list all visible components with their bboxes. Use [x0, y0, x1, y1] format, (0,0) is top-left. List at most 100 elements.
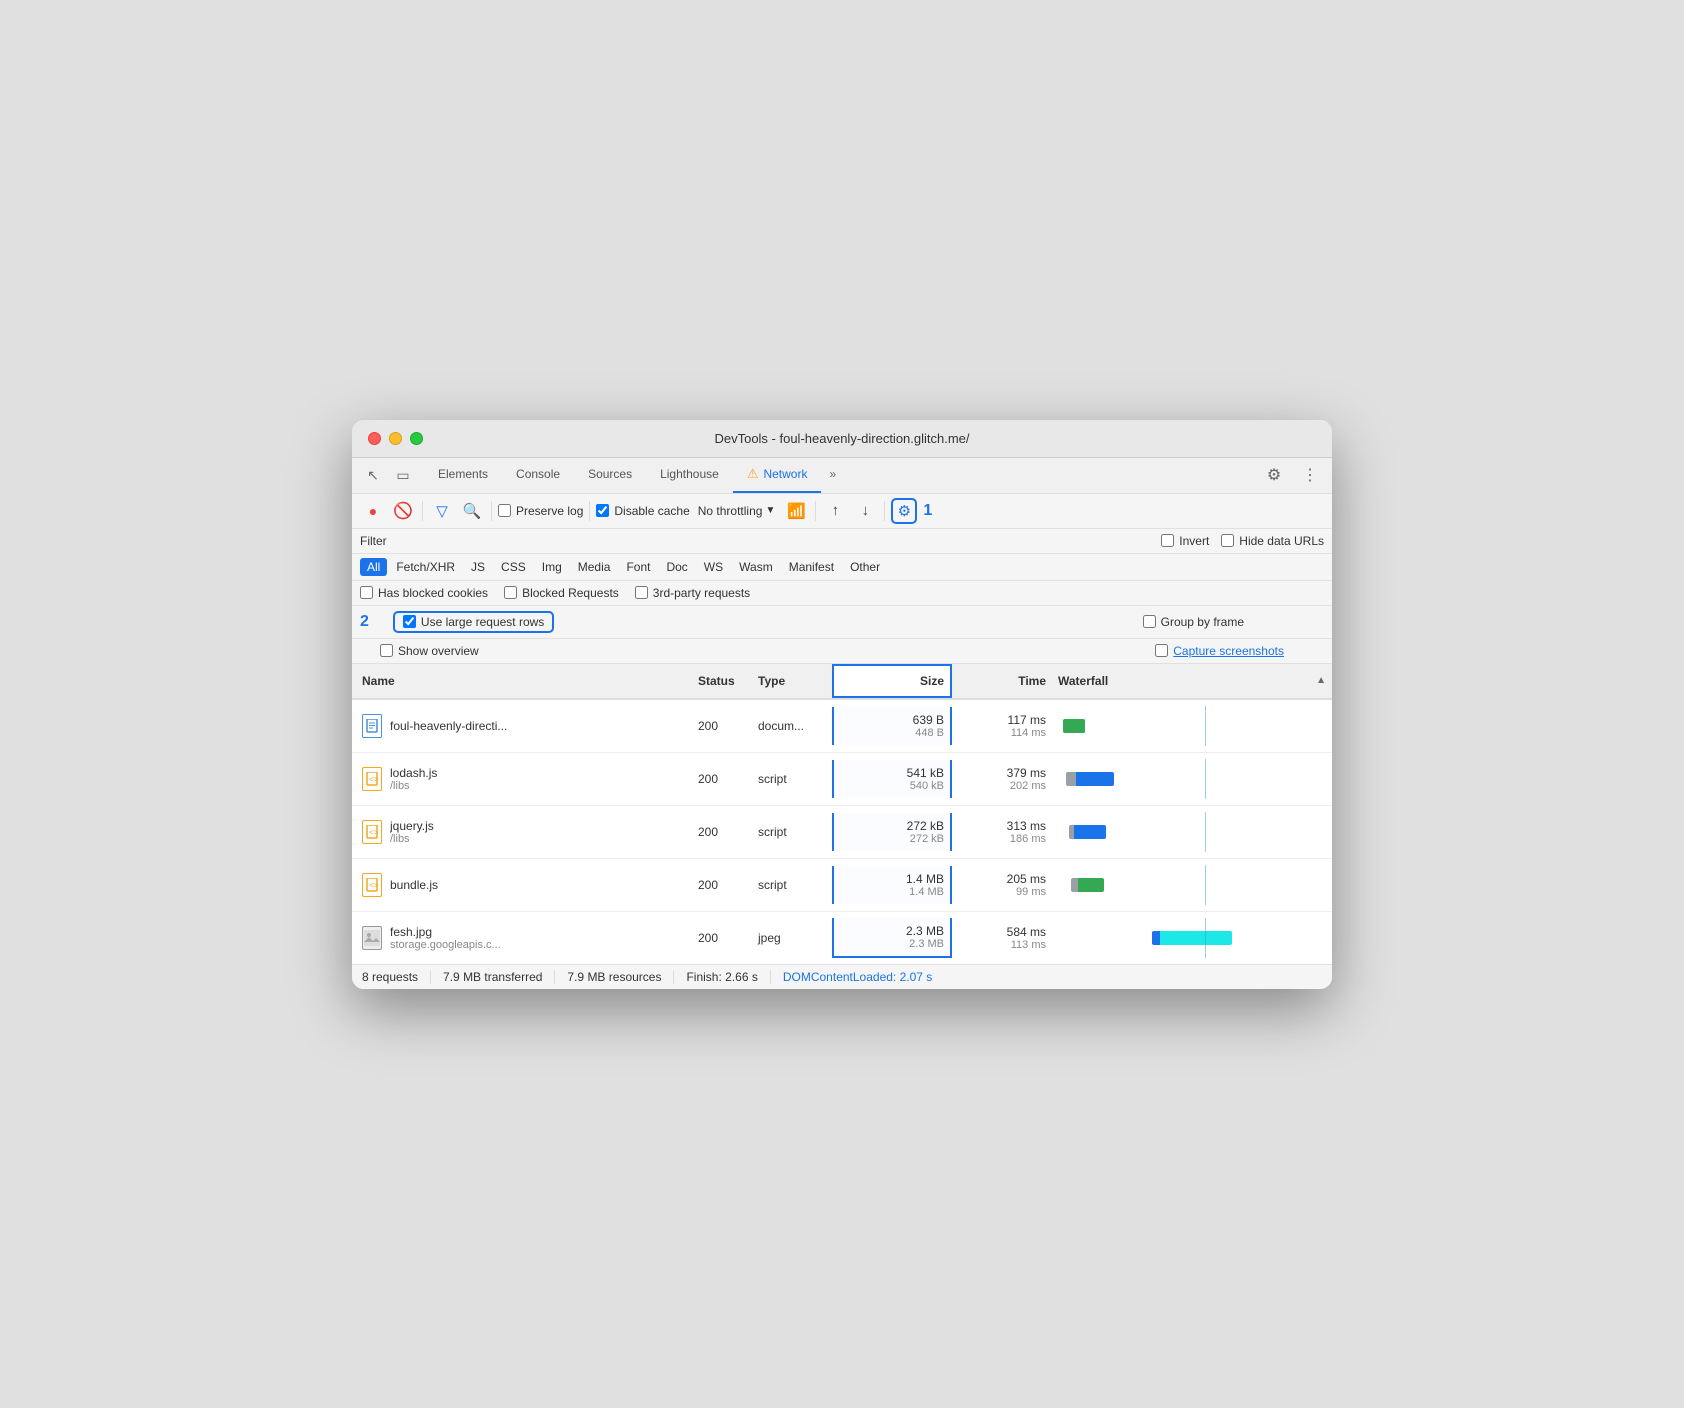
filter-label: Filter: [360, 534, 387, 548]
time-secondary-1: 114 ms: [1011, 727, 1046, 739]
import-har-icon[interactable]: ↑: [822, 498, 848, 524]
group-by-frame-checkbox[interactable]: [1143, 615, 1156, 628]
column-headers: Name Status Type Size Time Waterfall ▲: [352, 664, 1332, 700]
requests-table: foul-heavenly-directi... 200 docum... 63…: [352, 700, 1332, 964]
network-conditions-icon[interactable]: 📶: [783, 498, 809, 524]
cell-status-4: 200: [692, 872, 752, 898]
throttle-select[interactable]: No throttling ▼: [694, 502, 780, 520]
time-secondary-4: 99 ms: [1016, 886, 1046, 898]
settings-row-2: Show overview Capture screenshots: [352, 639, 1332, 664]
type-filter-fetch-xhr[interactable]: Fetch/XHR: [389, 558, 462, 576]
cell-type-1: docum...: [752, 713, 832, 739]
large-rows-check-container: Use large request rows: [393, 611, 554, 633]
maximize-button[interactable]: [410, 432, 423, 445]
device-icon[interactable]: ▭: [390, 462, 416, 488]
type-filter-all[interactable]: All: [360, 558, 387, 576]
size-primary-5: 2.3 MB: [906, 924, 944, 938]
large-request-rows-label[interactable]: Use large request rows: [421, 615, 544, 629]
has-blocked-cookies-label[interactable]: Has blocked cookies: [360, 586, 488, 600]
tab-sources[interactable]: Sources: [574, 457, 646, 493]
type-filter-wasm[interactable]: Wasm: [732, 558, 780, 576]
tab-console[interactable]: Console: [502, 457, 574, 493]
group-by-frame-label[interactable]: Group by frame: [1143, 615, 1324, 629]
cell-waterfall-1: [1052, 700, 1332, 752]
table-row[interactable]: <> lodash.js /libs 200 script 541 kB 540…: [352, 753, 1332, 806]
table-row[interactable]: <> jquery.js /libs 200 script 272 kB 272…: [352, 806, 1332, 859]
status-resources: 7.9 MB resources: [555, 970, 674, 984]
col-header-size[interactable]: Size: [832, 664, 952, 698]
tab-network[interactable]: ⚠ Network: [733, 457, 822, 493]
toolbar: ● 🚫 ▽ 🔍 Preserve log Disable cache No th…: [352, 494, 1332, 529]
separator-2: [491, 501, 492, 521]
col-header-waterfall[interactable]: Waterfall ▲: [1052, 666, 1332, 696]
size-primary-4: 1.4 MB: [906, 872, 944, 886]
hide-data-urls-label[interactable]: Hide data URLs: [1221, 534, 1324, 548]
status-dom-content-loaded: DOMContentLoaded: 2.07 s: [771, 970, 944, 984]
preserve-log-checkbox[interactable]: [498, 504, 511, 517]
tab-overflow[interactable]: »: [821, 457, 844, 493]
type-filter-manifest[interactable]: Manifest: [782, 558, 841, 576]
preserve-log-label[interactable]: Preserve log: [498, 504, 583, 518]
status-requests: 8 requests: [362, 970, 431, 984]
capture-screenshots-checkbox[interactable]: [1155, 644, 1168, 657]
type-filter-css[interactable]: CSS: [494, 558, 533, 576]
col-header-name[interactable]: Name: [352, 666, 692, 696]
export-har-icon[interactable]: ↓: [852, 498, 878, 524]
has-blocked-cookies-checkbox[interactable]: [360, 586, 373, 599]
col-header-status[interactable]: Status: [692, 666, 752, 696]
hide-data-urls-checkbox[interactable]: [1221, 534, 1234, 547]
tab-bar: ↖ ▭ Elements Console Sources Lighthouse …: [352, 458, 1332, 494]
separator-1: [422, 501, 423, 521]
type-filter-js[interactable]: JS: [464, 558, 492, 576]
third-party-checkbox[interactable]: [635, 586, 648, 599]
tab-lighthouse[interactable]: Lighthouse: [646, 457, 733, 493]
cell-waterfall-3: [1052, 806, 1332, 858]
traffic-lights: [368, 432, 423, 445]
name-secondary-2: /libs: [390, 780, 437, 792]
capture-screenshots-label[interactable]: Capture screenshots: [1155, 644, 1324, 658]
table-row[interactable]: fesh.jpg storage.googleapis.c... 200 jpe…: [352, 912, 1332, 964]
clear-button[interactable]: 🚫: [390, 498, 416, 524]
invert-label[interactable]: Invert: [1161, 534, 1209, 548]
name-text-1: foul-heavenly-directi...: [390, 719, 507, 733]
name-secondary-3: /libs: [390, 833, 434, 845]
more-options-icon[interactable]: ⋮: [1296, 461, 1324, 489]
filter-button[interactable]: ▽: [429, 498, 455, 524]
search-button[interactable]: 🔍: [459, 498, 485, 524]
type-filter-row: All Fetch/XHR JS CSS Img Media Font Doc …: [352, 554, 1332, 581]
disable-cache-label[interactable]: Disable cache: [596, 504, 689, 518]
blocked-requests-label[interactable]: Blocked Requests: [504, 586, 619, 600]
type-filter-other[interactable]: Other: [843, 558, 887, 576]
cell-time-3: 313 ms 186 ms: [952, 813, 1052, 851]
type-filter-ws[interactable]: WS: [697, 558, 730, 576]
type-filter-font[interactable]: Font: [619, 558, 657, 576]
cell-type-5: jpeg: [752, 925, 832, 951]
large-request-rows-checkbox[interactable]: [403, 615, 416, 628]
network-settings-button[interactable]: ⚙: [891, 498, 917, 524]
type-filter-media[interactable]: Media: [571, 558, 618, 576]
minimize-button[interactable]: [389, 432, 402, 445]
show-overview-checkbox[interactable]: [380, 644, 393, 657]
show-overview-label[interactable]: Show overview: [380, 644, 479, 658]
tab-elements[interactable]: Elements: [424, 457, 502, 493]
cursor-icon[interactable]: ↖: [360, 462, 386, 488]
cell-name-4: <> bundle.js: [352, 867, 692, 903]
type-filter-doc[interactable]: Doc: [659, 558, 694, 576]
cell-type-3: script: [752, 819, 832, 845]
type-filter-img[interactable]: Img: [535, 558, 569, 576]
chevron-down-icon: ▼: [765, 505, 775, 516]
table-row[interactable]: <> bundle.js 200 script 1.4 MB 1.4 MB 20…: [352, 859, 1332, 912]
invert-checkbox[interactable]: [1161, 534, 1174, 547]
third-party-label[interactable]: 3rd-party requests: [635, 586, 750, 600]
blocked-requests-checkbox[interactable]: [504, 586, 517, 599]
devtools-settings-icon[interactable]: ⚙: [1260, 461, 1288, 489]
name-text-4: bundle.js: [390, 878, 438, 892]
col-header-time[interactable]: Time: [952, 666, 1052, 696]
close-button[interactable]: [368, 432, 381, 445]
record-button[interactable]: ●: [360, 498, 386, 524]
table-row[interactable]: foul-heavenly-directi... 200 docum... 63…: [352, 700, 1332, 753]
script-icon: <>: [362, 767, 382, 791]
cell-size-5: 2.3 MB 2.3 MB: [832, 918, 952, 958]
col-header-type[interactable]: Type: [752, 666, 832, 696]
disable-cache-checkbox[interactable]: [596, 504, 609, 517]
